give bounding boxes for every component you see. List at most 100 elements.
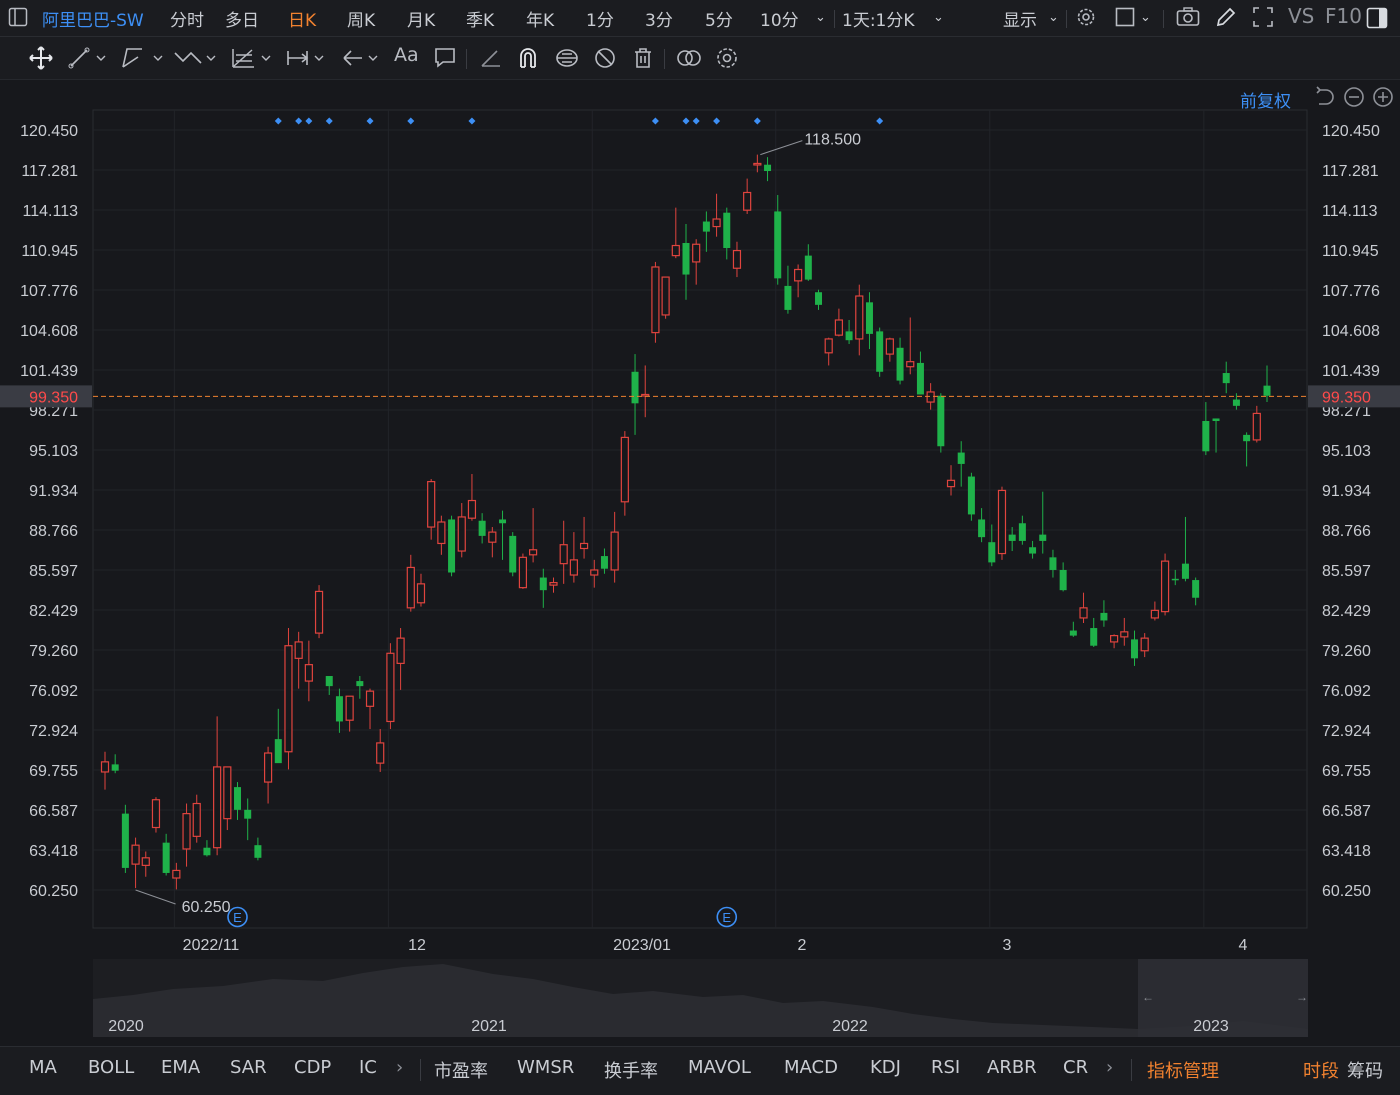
wave-tool-icon[interactable] — [173, 45, 219, 71]
candle — [518, 553, 528, 589]
candle — [1069, 621, 1077, 637]
session-tab[interactable]: 时段 — [1303, 1057, 1339, 1083]
period-tab-3[interactable]: 周K — [347, 6, 375, 31]
y-tick-label-right: 85.597 — [1322, 563, 1371, 580]
candle-body — [1029, 547, 1037, 554]
period-tab-7[interactable]: 1分 — [586, 6, 614, 31]
text-tool[interactable]: Aa — [394, 44, 419, 70]
indicator-cr[interactable]: CR — [1063, 1057, 1088, 1078]
trash-icon[interactable] — [631, 45, 655, 71]
period-tab-8[interactable]: 3分 — [645, 6, 673, 31]
candlestick-chart[interactable]: 前复权 120.450 117.281 114.113 110.945 107.776 1… — [0, 80, 1400, 956]
move-crosshair-icon[interactable] — [28, 45, 54, 71]
candle — [937, 393, 945, 453]
display-chevron-icon[interactable]: ⌄ — [1048, 10, 1059, 25]
candle — [1059, 562, 1067, 592]
period-more-chevron-icon[interactable]: ⌄ — [815, 10, 826, 25]
candle — [569, 532, 578, 583]
hide-drawing-icon[interactable] — [592, 45, 618, 71]
line-tool-icon[interactable] — [68, 45, 108, 71]
candle — [743, 178, 752, 214]
candle-body — [294, 641, 303, 659]
camera-icon[interactable] — [1176, 6, 1200, 33]
combo-period-select[interactable]: 1天:1分K — [842, 6, 915, 31]
divider — [420, 1059, 421, 1081]
channel-tool-icon[interactable] — [120, 45, 166, 71]
magnet-icon[interactable] — [516, 45, 540, 71]
scroll-right-chevron-icon-2[interactable]: › — [1106, 1057, 1113, 1078]
stock-title[interactable]: 阿里巴巴-SW — [42, 6, 144, 31]
candle-body — [509, 535, 517, 573]
angle-ruler-icon[interactable] — [479, 45, 503, 71]
event-marker — [651, 117, 659, 125]
candle — [141, 851, 150, 877]
period-tab-4[interactable]: 月K — [407, 6, 435, 31]
period-tab-1[interactable]: 多日 — [225, 6, 259, 31]
layout-chevron-icon[interactable]: ⌄ — [1140, 10, 1151, 25]
y-tick-label-right: 79.260 — [1322, 643, 1371, 660]
indicator-sar[interactable]: SAR — [230, 1057, 267, 1078]
indicator-arbr[interactable]: ARBR — [987, 1057, 1037, 1078]
candle — [967, 472, 975, 521]
indicator-pe[interactable]: 市盈率 — [434, 1057, 488, 1083]
period-tab-9[interactable]: 5分 — [705, 6, 733, 31]
pencil-icon[interactable] — [1215, 6, 1237, 33]
panel-toggle-icon[interactable] — [1366, 7, 1388, 34]
indicator-mavol[interactable]: MAVOL — [688, 1057, 751, 1078]
y-tick-label-left: 76.092 — [29, 683, 78, 700]
fibonacci-tool-icon[interactable] — [230, 45, 276, 71]
compare-circles-icon[interactable] — [675, 45, 703, 71]
candle — [1212, 418, 1220, 453]
comment-icon[interactable] — [433, 45, 457, 71]
lock-drawing-icon[interactable] — [554, 45, 580, 71]
current-price-label-right: 99.350 — [1322, 389, 1371, 406]
indicator-cdp[interactable]: CDP — [294, 1057, 331, 1078]
combo-chevron-icon[interactable]: ⌄ — [933, 10, 944, 25]
period-tab-0[interactable]: 分时 — [170, 6, 204, 31]
scroll-right-chevron-icon[interactable]: › — [396, 1057, 403, 1078]
indicator-turnover[interactable]: 换手率 — [604, 1057, 658, 1083]
candle — [916, 351, 924, 395]
indicator-kdj[interactable]: KDJ — [870, 1057, 901, 1078]
measure-tool-icon[interactable] — [285, 45, 331, 71]
candle-body — [1202, 420, 1210, 452]
candle-body — [926, 391, 935, 403]
indicator-boll[interactable]: BOLL — [88, 1057, 134, 1078]
indicator-wmsr[interactable]: WMSR — [517, 1057, 574, 1078]
divider — [1131, 1059, 1132, 1081]
candle — [488, 527, 497, 558]
f10-button[interactable]: F10 — [1325, 4, 1362, 28]
overview-navigator[interactable]: ← → 2020 2021 2022 2023 — [93, 959, 1308, 1037]
period-tab-6[interactable]: 年K — [526, 6, 554, 31]
candle — [651, 261, 660, 343]
arrow-tool-icon[interactable] — [340, 45, 386, 71]
event-marker — [692, 117, 700, 125]
indicator-rsi[interactable]: RSI — [931, 1057, 960, 1078]
period-tab-5[interactable]: 季K — [466, 6, 494, 31]
candle — [131, 837, 140, 889]
toolbar-settings-icon[interactable] — [714, 45, 740, 71]
settings-gear-icon[interactable] — [1075, 6, 1097, 33]
candle — [1100, 600, 1108, 627]
sidebar-toggle-icon[interactable] — [8, 7, 28, 32]
candle — [692, 239, 701, 285]
display-menu[interactable]: 显示 — [1003, 6, 1037, 31]
fullscreen-icon[interactable] — [1252, 6, 1274, 33]
period-tab-2[interactable]: 日K — [288, 6, 316, 31]
candle-body — [579, 542, 589, 550]
candle-body — [600, 556, 608, 569]
overview-year-label: 2021 — [471, 1018, 507, 1035]
y-tick-label-left: 120.450 — [20, 123, 78, 140]
layout-square-icon[interactable] — [1115, 7, 1135, 32]
indicator-ic[interactable]: IC — [359, 1057, 377, 1078]
chips-tab[interactable]: 筹码 — [1347, 1057, 1383, 1083]
indicator-manage-button[interactable]: 指标管理 — [1147, 1057, 1219, 1083]
indicator-macd[interactable]: MACD — [784, 1057, 838, 1078]
indicator-ema[interactable]: EMA — [161, 1057, 200, 1078]
vs-compare-button[interactable]: VS — [1288, 4, 1314, 28]
candle — [294, 631, 303, 689]
period-tab-10[interactable]: 10分 — [760, 6, 799, 31]
candle — [946, 465, 956, 496]
candle — [234, 782, 242, 820]
indicator-ma[interactable]: MA — [29, 1057, 57, 1078]
